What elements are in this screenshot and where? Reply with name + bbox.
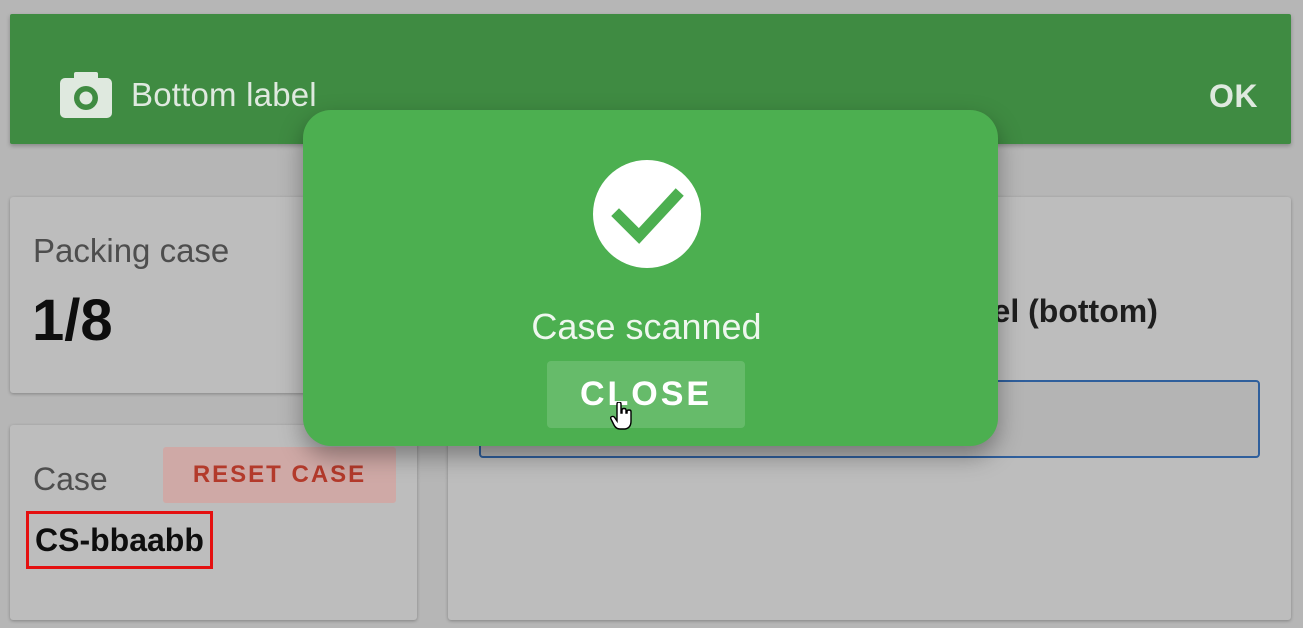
case-label: Case	[33, 461, 108, 497]
case-scanned-dialog: Case scanned CLOSE	[303, 110, 998, 446]
reset-case-button[interactable]: RESET CASE	[163, 447, 396, 503]
scan-label-title: bel (bottom)	[973, 293, 1158, 329]
close-button[interactable]: CLOSE	[547, 361, 745, 428]
case-id-highlight: CS-bbaabb	[26, 511, 213, 569]
dialog-message: Case scanned	[531, 306, 762, 347]
camera-icon[interactable]	[58, 70, 114, 120]
case-card: Case RESET CASE CS-bbaabb	[10, 425, 417, 620]
packing-case-count: 1/8	[32, 288, 113, 353]
app-screen: Bottom label OK Packing case 1/8 Case RE…	[0, 0, 1303, 628]
case-id: CS-bbaabb	[35, 521, 204, 558]
check-circle-icon	[593, 160, 701, 268]
hand-pointer-icon	[610, 402, 632, 430]
page-title: Bottom label	[131, 76, 317, 113]
packing-case-label: Packing case	[33, 232, 230, 269]
ok-button[interactable]: OK	[1209, 78, 1258, 115]
